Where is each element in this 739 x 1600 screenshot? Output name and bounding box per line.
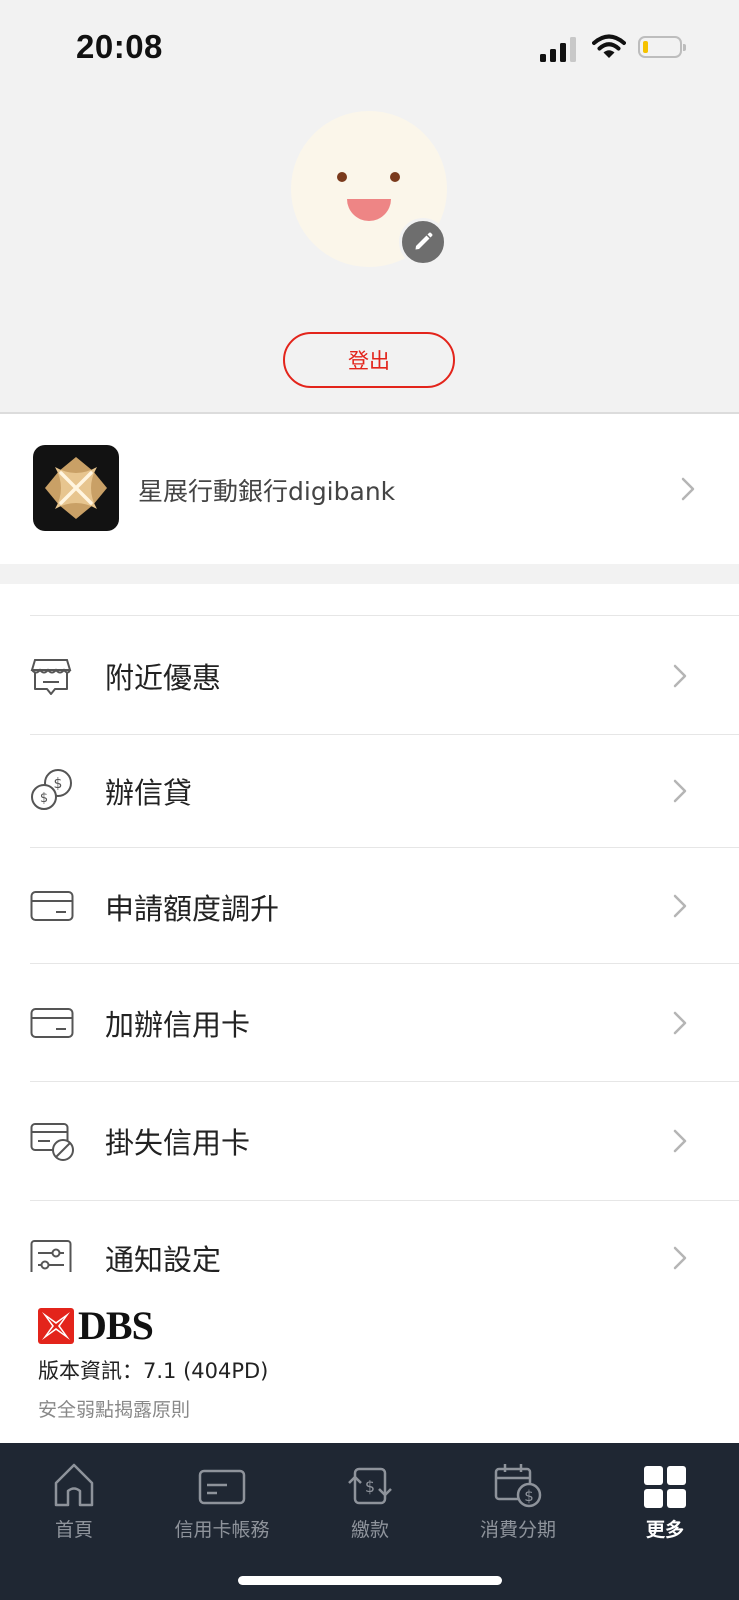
grid-icon xyxy=(644,1466,686,1508)
tab-more[interactable]: 更多 xyxy=(591,1453,739,1542)
chevron-right-icon xyxy=(673,779,687,803)
coins-icon: $ $ xyxy=(31,769,72,810)
sliders-icon xyxy=(30,1240,72,1272)
menu-item-report-lost-card[interactable]: 掛失信用卡 xyxy=(30,1081,739,1200)
card-icon xyxy=(198,1469,246,1505)
wifi-icon xyxy=(592,34,626,58)
svg-text:$: $ xyxy=(40,791,48,806)
dbs-star-icon xyxy=(38,1308,74,1344)
menu-item-label: 加辦信用卡 xyxy=(105,1008,251,1042)
menu-item-label: 通知設定 xyxy=(105,1243,222,1272)
tab-credit-card-account[interactable]: 信用卡帳務 xyxy=(148,1453,296,1542)
digibank-label: 星展行動銀行digibank xyxy=(138,477,396,506)
menu-item-apply-credit-card[interactable]: 加辦信用卡 xyxy=(30,963,739,1081)
chevron-right-icon xyxy=(673,1246,687,1270)
home-icon xyxy=(54,1463,94,1507)
tab-label: 繳款 xyxy=(350,1519,389,1541)
menu-item-notification-settings[interactable]: 通知設定 xyxy=(30,1200,739,1272)
chevron-right-icon xyxy=(681,477,695,501)
tab-payment[interactable]: $ 繳款 xyxy=(296,1453,444,1542)
card-icon xyxy=(30,891,74,921)
digibank-logo-icon xyxy=(33,445,119,531)
chevron-right-icon xyxy=(673,894,687,918)
more-menu-list: 附近優惠 $ $ 辦信貸 申請額度調升 加辦信用卡 掛失信用卡 通知設定 xyxy=(0,584,739,1272)
tab-label: 消費分期 xyxy=(479,1519,556,1541)
section-divider xyxy=(0,564,739,584)
chevron-right-icon xyxy=(673,664,687,688)
battery-icon xyxy=(638,36,686,58)
menu-item-credit-limit-increase[interactable]: 申請額度調升 xyxy=(30,847,739,963)
menu-item-personal-loan[interactable]: $ $ 辦信貸 xyxy=(30,734,739,847)
tab-label: 首頁 xyxy=(54,1519,93,1541)
card-block-icon xyxy=(30,1123,74,1161)
status-time: 20:08 xyxy=(76,28,163,65)
edit-avatar-pencil-icon[interactable] xyxy=(399,218,447,266)
digibank-app-link[interactable]: 星展行動銀行digibank xyxy=(0,414,739,564)
tab-installments[interactable]: $ 消費分期 xyxy=(444,1453,592,1542)
menu-item-nearby-offers[interactable]: 附近優惠 xyxy=(30,615,739,734)
cellular-signal-icon xyxy=(540,36,578,62)
chevron-right-icon xyxy=(673,1011,687,1035)
tab-label: 信用卡帳務 xyxy=(174,1519,270,1541)
profile-header: 20:08 登出 xyxy=(0,0,739,414)
svg-text:$: $ xyxy=(524,1487,534,1505)
menu-item-label: 申請額度調升 xyxy=(105,892,280,926)
calendar-dollar-icon: $ xyxy=(494,1464,542,1508)
store-icon xyxy=(30,659,72,695)
menu-item-label: 附近優惠 xyxy=(105,661,222,695)
chevron-right-icon xyxy=(673,1129,687,1153)
version-info: 版本資訊：7.1 (404PD) xyxy=(38,1359,269,1383)
payment-icon: $ xyxy=(348,1467,392,1505)
tab-label: 更多 xyxy=(645,1519,684,1541)
dbs-wordmark: DBS xyxy=(78,1303,154,1348)
tab-home[interactable]: 首頁 xyxy=(0,1453,148,1542)
home-indicator[interactable] xyxy=(238,1576,502,1585)
svg-text:$: $ xyxy=(365,1477,375,1496)
logout-button[interactable]: 登出 xyxy=(283,332,455,388)
svg-text:$: $ xyxy=(54,776,63,792)
security-disclosure-link[interactable]: 安全弱點揭露原則 xyxy=(38,1395,190,1422)
menu-item-label: 辦信貸 xyxy=(105,776,193,810)
menu-item-label: 掛失信用卡 xyxy=(105,1126,251,1160)
card-icon xyxy=(30,1008,74,1038)
dbs-logo: DBS xyxy=(38,1303,154,1348)
